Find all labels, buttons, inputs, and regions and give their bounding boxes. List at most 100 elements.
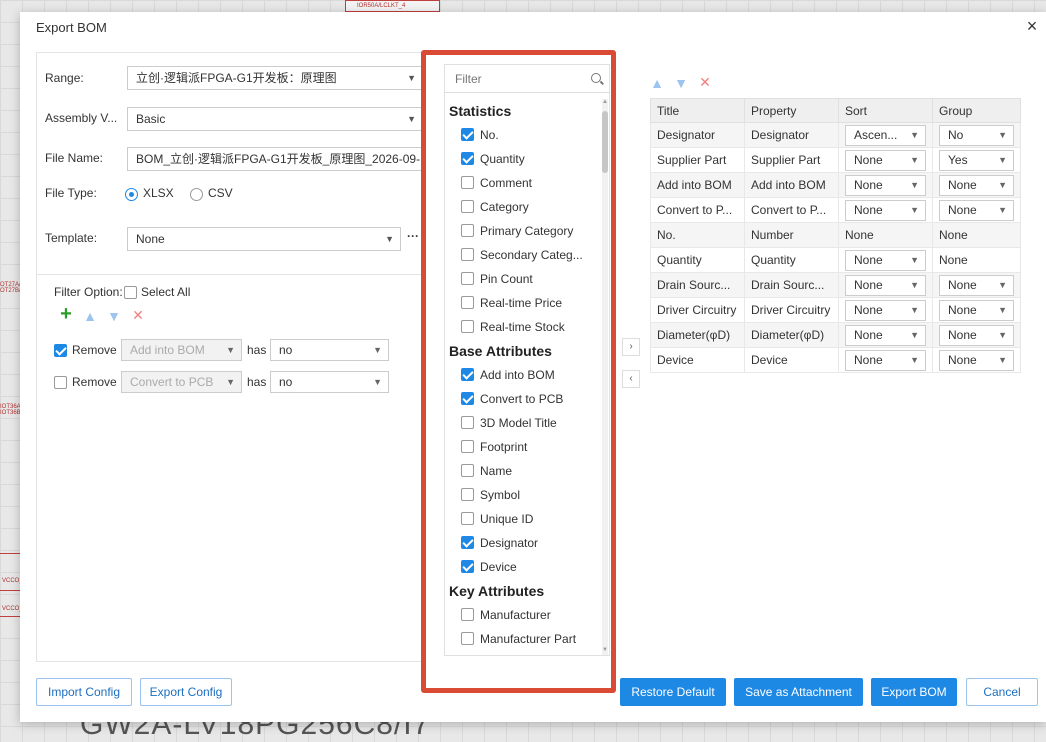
column-checkbox[interactable] xyxy=(461,416,474,429)
column-checkbox[interactable] xyxy=(461,296,474,309)
column-list-item[interactable]: Device xyxy=(461,559,601,575)
column-list-item[interactable]: Comment xyxy=(461,175,601,191)
column-checkbox[interactable] xyxy=(461,152,474,165)
group-select[interactable]: Yes ▼ xyxy=(939,149,1014,171)
table-row[interactable]: Device Device None ▼ None ▼ xyxy=(650,347,1021,373)
title-cell[interactable]: Add into BOM xyxy=(650,172,745,198)
filter-row-checkbox[interactable] xyxy=(54,376,67,389)
column-header[interactable]: Sort xyxy=(838,98,933,123)
column-checkbox[interactable] xyxy=(461,488,474,501)
column-list-item[interactable]: Real-time Price xyxy=(461,295,601,311)
column-checkbox[interactable] xyxy=(461,440,474,453)
column-list-item[interactable]: Primary Category xyxy=(461,223,601,239)
group-select[interactable]: No ▼ xyxy=(939,124,1014,146)
sort-select[interactable]: None ▼ xyxy=(845,324,926,346)
scrollbar-thumb[interactable] xyxy=(602,111,608,173)
scroll-down-icon[interactable]: ▼ xyxy=(602,647,608,653)
column-list-item[interactable]: Manufacturer Part xyxy=(461,631,601,647)
column-header[interactable]: Property xyxy=(744,98,839,123)
column-list[interactable]: Statistics No. Quantity Comment Category xyxy=(445,99,601,655)
column-list-item[interactable]: Category xyxy=(461,199,601,215)
move-up-icon[interactable]: ▲ xyxy=(83,309,97,323)
column-list-item[interactable]: Manufacturer xyxy=(461,607,601,623)
column-list-item[interactable]: Name xyxy=(461,463,601,479)
group-select[interactable]: None ▼ xyxy=(939,299,1014,321)
sort-select[interactable]: None ▼ xyxy=(845,249,926,271)
filter-row-value-select[interactable]: no ▼ xyxy=(270,339,389,361)
sort-select[interactable]: None ▼ xyxy=(845,274,926,296)
column-list-item[interactable]: Footprint xyxy=(461,439,601,455)
column-checkbox[interactable] xyxy=(461,320,474,333)
column-list-item[interactable]: Add into BOM xyxy=(461,367,601,383)
sort-select[interactable]: None ▼ xyxy=(845,199,926,221)
filter-row-checkbox[interactable] xyxy=(54,344,67,357)
column-list-item[interactable]: Quantity xyxy=(461,151,601,167)
sort-select[interactable]: None ▼ xyxy=(845,349,926,371)
export-bom-button[interactable]: Export BOM xyxy=(871,678,957,706)
column-checkbox[interactable] xyxy=(461,272,474,285)
title-cell[interactable]: Supplier Part xyxy=(650,147,745,173)
export-config-button[interactable]: Export Config xyxy=(140,678,232,706)
column-checkbox[interactable] xyxy=(461,176,474,189)
column-checkbox[interactable] xyxy=(461,632,474,645)
close-icon[interactable]: × xyxy=(1024,17,1040,35)
column-checkbox[interactable] xyxy=(461,200,474,213)
table-row[interactable]: No. Number None None xyxy=(650,222,1021,248)
column-checkbox[interactable] xyxy=(461,560,474,573)
column-header[interactable]: Group xyxy=(932,98,1021,123)
column-checkbox[interactable] xyxy=(461,536,474,549)
title-cell[interactable]: No. xyxy=(650,222,745,248)
title-cell[interactable]: Convert to P... xyxy=(650,197,745,223)
title-cell[interactable]: Driver Circuitry xyxy=(650,297,745,323)
column-checkbox[interactable] xyxy=(461,608,474,621)
column-checkbox[interactable] xyxy=(461,248,474,261)
template-select[interactable]: None ▼ xyxy=(127,227,401,251)
column-list-item[interactable]: 3D Model Title xyxy=(461,415,601,431)
column-list-item[interactable]: Symbol xyxy=(461,487,601,503)
filter-row-property-select[interactable]: Add into BOM ▼ xyxy=(121,339,242,361)
title-cell[interactable]: Quantity xyxy=(650,247,745,273)
column-list-item[interactable]: Convert to PCB xyxy=(461,391,601,407)
file-name-input[interactable]: BOM_立创·逻辑派FPGA-G1开发板_原理图_2026-09- xyxy=(127,147,423,171)
column-list-item[interactable]: Secondary Categ... xyxy=(461,247,601,263)
sort-select[interactable]: None ▼ xyxy=(845,174,926,196)
column-header[interactable]: Title xyxy=(650,98,745,123)
table-row[interactable]: Add into BOM Add into BOM None ▼ None ▼ xyxy=(650,172,1021,198)
template-more-button[interactable]: ··· xyxy=(407,229,419,243)
table-row[interactable]: Diameter(φD) Diameter(φD) None ▼ None ▼ xyxy=(650,322,1021,348)
column-list-item[interactable]: Unique ID xyxy=(461,511,601,527)
save-as-attachment-button[interactable]: Save as Attachment xyxy=(734,678,863,706)
sort-select[interactable]: None ▼ xyxy=(845,299,926,321)
table-row[interactable]: Drain Sourc... Drain Sourc... None ▼ None… xyxy=(650,272,1021,298)
table-row[interactable]: Supplier Part Supplier Part None ▼ Yes ▼ xyxy=(650,147,1021,173)
assembly-variant-select[interactable]: Basic ▼ xyxy=(127,107,423,131)
column-move-up-icon[interactable]: ▲ xyxy=(650,76,664,90)
sort-select[interactable]: None ▼ xyxy=(845,149,926,171)
column-list-item[interactable]: Real-time Stock xyxy=(461,319,601,335)
range-select[interactable]: 立创·逻辑派FPGA-G1开发板：原理图 ▼ xyxy=(127,66,423,90)
group-select[interactable]: None ▼ xyxy=(939,324,1014,346)
add-filter-icon[interactable]: + xyxy=(59,304,73,324)
column-filter-input[interactable] xyxy=(455,72,575,86)
table-row[interactable]: Designator Designator Ascen... ▼ No ▼ xyxy=(650,122,1021,148)
title-cell[interactable]: Device xyxy=(650,347,745,373)
column-list-item[interactable]: No. xyxy=(461,127,601,143)
sort-select[interactable]: Ascen... ▼ xyxy=(845,124,926,146)
move-down-icon[interactable]: ▼ xyxy=(107,309,121,323)
title-cell[interactable]: Diameter(φD) xyxy=(650,322,745,348)
column-checkbox[interactable] xyxy=(461,128,474,141)
column-list-item[interactable]: Designator xyxy=(461,535,601,551)
select-all-checkbox[interactable] xyxy=(124,286,137,299)
group-select[interactable]: None ▼ xyxy=(939,199,1014,221)
table-row[interactable]: Quantity Quantity None ▼ None xyxy=(650,247,1021,273)
import-config-button[interactable]: Import Config xyxy=(36,678,132,706)
group-select[interactable]: None ▼ xyxy=(939,349,1014,371)
filter-row-property-select[interactable]: Convert to PCB ▼ xyxy=(121,371,242,393)
title-cell[interactable]: Designator xyxy=(650,122,745,148)
group-select[interactable]: None ▼ xyxy=(939,174,1014,196)
scroll-up-icon[interactable]: ▲ xyxy=(602,99,608,105)
remove-column-button[interactable]: ‹ xyxy=(622,370,640,388)
csv-radio[interactable] xyxy=(190,188,203,201)
restore-default-button[interactable]: Restore Default xyxy=(620,678,726,706)
cancel-button[interactable]: Cancel xyxy=(966,678,1038,706)
